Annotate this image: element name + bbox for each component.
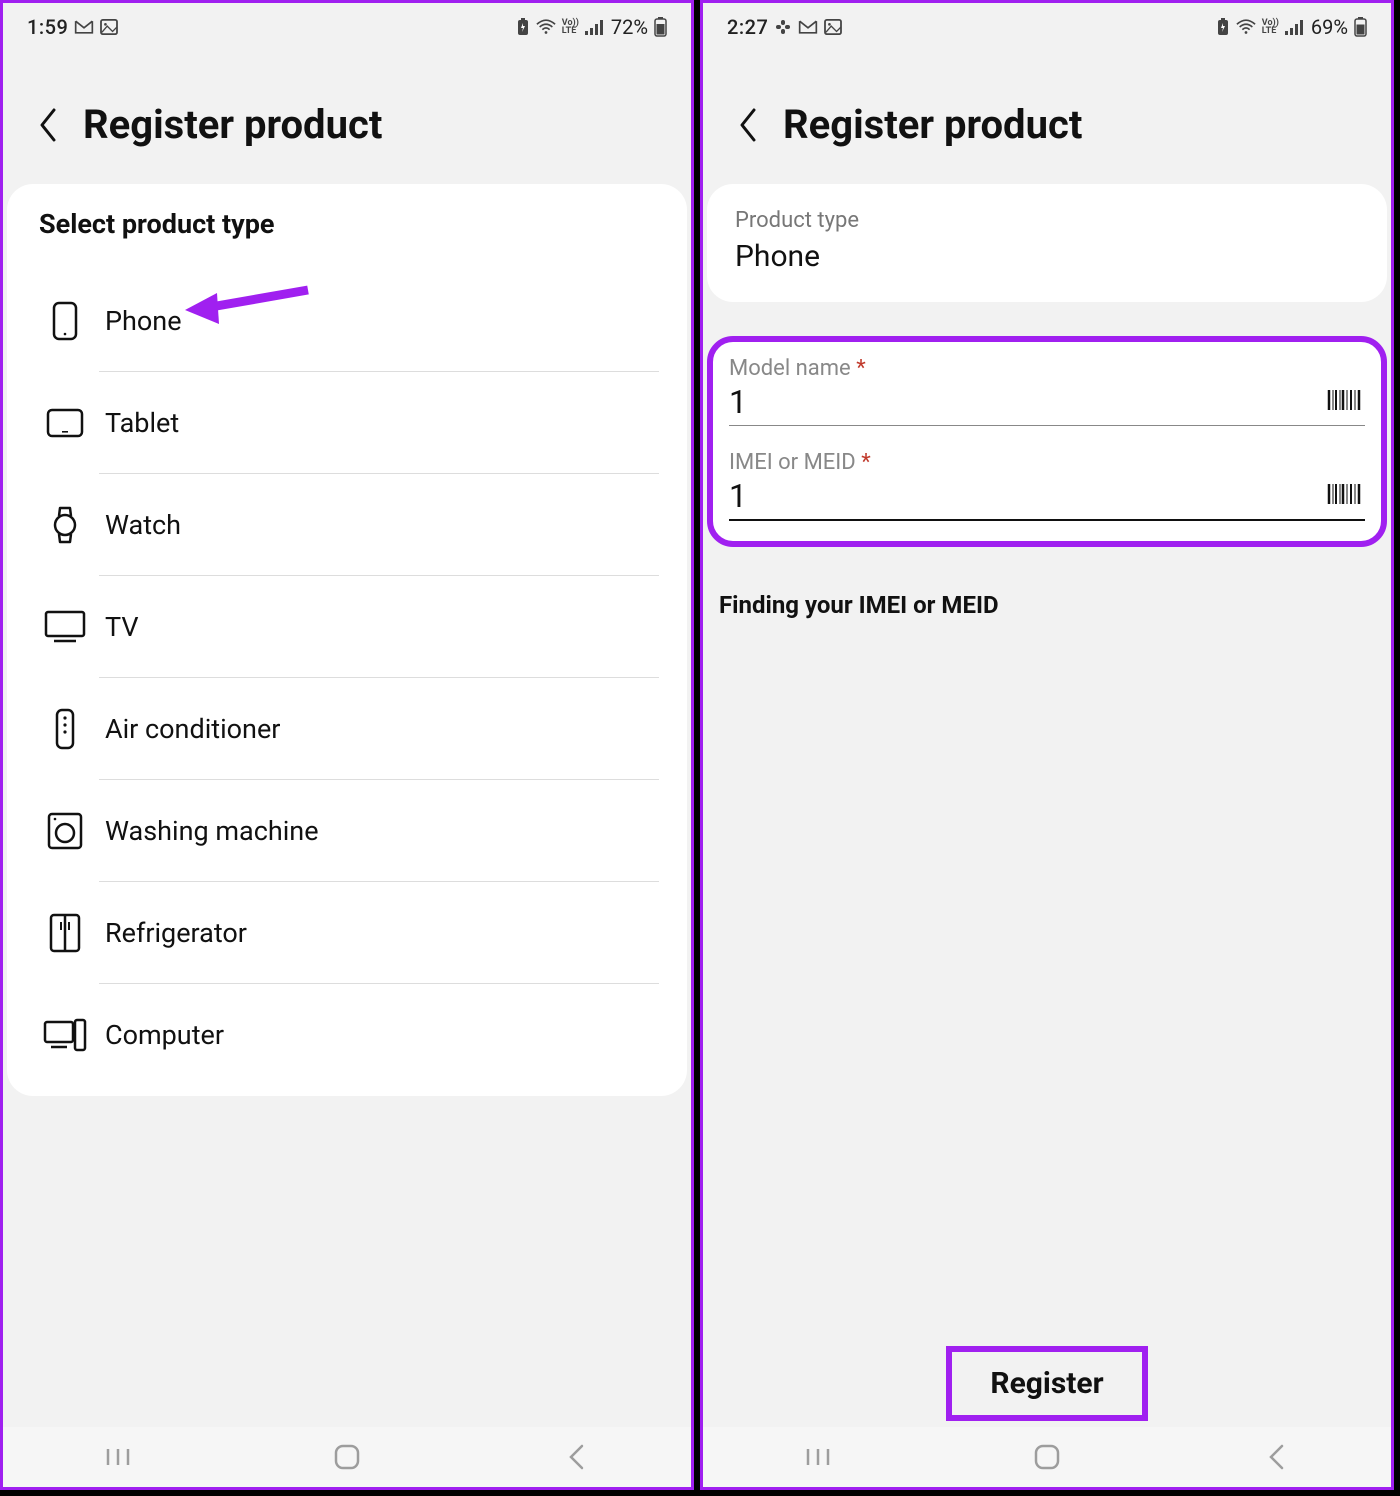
back-button[interactable] <box>33 110 63 140</box>
back-nav-button[interactable] <box>556 1437 596 1477</box>
computer-icon <box>35 1018 95 1052</box>
product-item-washer[interactable]: Washing machine <box>35 780 659 882</box>
product-type-card: Select product type Phone Tablet <box>7 184 687 1096</box>
product-item-watch[interactable]: Watch <box>35 474 659 576</box>
back-nav-button[interactable] <box>1256 1437 1296 1477</box>
gmail-icon <box>74 19 94 35</box>
product-label: Tablet <box>95 407 659 439</box>
wifi-icon <box>1236 19 1256 35</box>
battery-saver-icon <box>1216 18 1230 36</box>
left-screenshot: 1:59 Vo))LTE 72% <box>0 0 694 1490</box>
barcode-icon[interactable] <box>1327 388 1365 416</box>
status-bar: 2:27 Vo))LTE 69% <box>703 3 1391 51</box>
field-label: IMEI or MEID * <box>729 450 1365 475</box>
product-item-phone[interactable]: Phone <box>35 270 659 372</box>
product-type-list: Phone Tablet Watch <box>35 270 659 1086</box>
android-navbar <box>703 1427 1391 1487</box>
product-label: Air conditioner <box>95 713 659 745</box>
product-label: Washing machine <box>95 815 659 847</box>
page-header: Register product <box>3 51 691 178</box>
field-label: Model name * <box>729 356 1365 381</box>
tablet-icon <box>35 408 95 438</box>
model-name-input[interactable]: 1 <box>729 383 1327 421</box>
android-navbar <box>3 1427 691 1487</box>
back-button[interactable] <box>733 110 763 140</box>
required-mark: * <box>861 450 870 475</box>
product-item-aircon[interactable]: Air conditioner <box>35 678 659 780</box>
signal-icon <box>585 19 605 35</box>
page-title: Register product <box>83 101 382 148</box>
product-type-label: Product type <box>735 208 1359 233</box>
status-time: 2:27 <box>727 15 768 39</box>
washer-icon <box>35 812 95 850</box>
imei-help-link[interactable]: Finding your IMEI or MEID <box>719 591 1375 619</box>
barcode-icon[interactable] <box>1327 482 1365 510</box>
phone-icon <box>35 301 95 341</box>
product-label: TV <box>95 611 659 643</box>
product-item-computer[interactable]: Computer <box>35 984 659 1086</box>
product-form-card: Model name * 1 IMEI or MEID * 1 <box>707 336 1387 547</box>
battery-percent: 72% <box>611 15 648 39</box>
product-item-fridge[interactable]: Refrigerator <box>35 882 659 984</box>
fridge-icon <box>35 913 95 953</box>
status-time: 1:59 <box>27 15 68 39</box>
right-screenshot: 2:27 Vo))LTE 69% <box>700 0 1394 1490</box>
volte-icon: Vo))LTE <box>562 19 579 35</box>
product-label: Refrigerator <box>95 917 659 949</box>
card-title: Select product type <box>35 208 659 240</box>
model-name-field: Model name * 1 <box>729 356 1365 426</box>
gmail-icon <box>798 19 818 35</box>
product-type-value: Phone <box>735 239 1359 274</box>
aircon-icon <box>35 708 95 750</box>
imei-field: IMEI or MEID * 1 <box>729 450 1365 521</box>
page-header: Register product <box>703 51 1391 178</box>
imei-input[interactable]: 1 <box>729 477 1327 515</box>
tv-icon <box>35 610 95 644</box>
home-button[interactable] <box>327 1437 367 1477</box>
register-button[interactable]: Register <box>946 1346 1147 1421</box>
battery-saver-icon <box>516 18 530 36</box>
recents-button[interactable] <box>98 1437 138 1477</box>
product-item-tv[interactable]: TV <box>35 576 659 678</box>
home-button[interactable] <box>1027 1437 1067 1477</box>
wifi-icon <box>536 19 556 35</box>
watch-icon <box>35 505 95 545</box>
gallery-icon <box>824 19 842 35</box>
status-bar: 1:59 Vo))LTE 72% <box>3 3 691 51</box>
page-title: Register product <box>783 101 1082 148</box>
product-label: Computer <box>95 1019 659 1051</box>
required-mark: * <box>856 356 865 381</box>
product-label: Watch <box>95 509 659 541</box>
slack-icon <box>774 18 792 36</box>
product-item-tablet[interactable]: Tablet <box>35 372 659 474</box>
gallery-icon <box>100 19 118 35</box>
battery-icon <box>1354 17 1367 37</box>
product-type-summary-card: Product type Phone <box>707 184 1387 302</box>
battery-percent: 69% <box>1311 15 1348 39</box>
volte-icon: Vo))LTE <box>1262 19 1279 35</box>
signal-icon <box>1285 19 1305 35</box>
recents-button[interactable] <box>798 1437 838 1477</box>
battery-icon <box>654 17 667 37</box>
product-label: Phone <box>95 305 659 337</box>
